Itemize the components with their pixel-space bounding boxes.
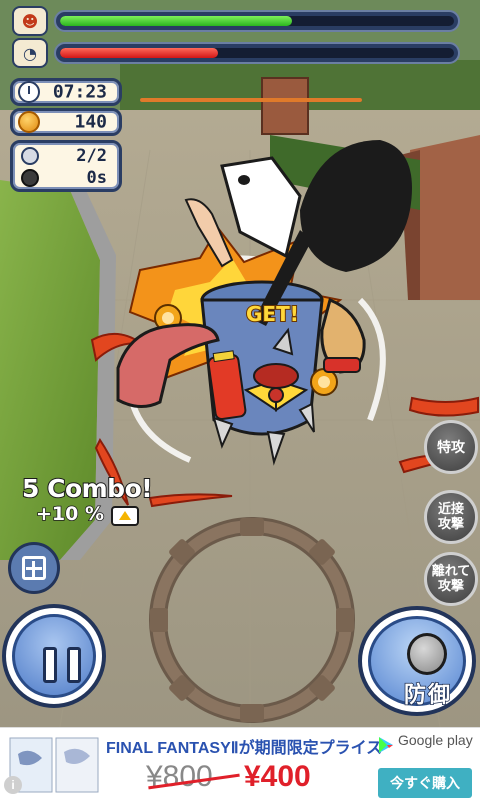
guard-character-icon: [407, 633, 447, 675]
combo-display: 5 Combo! +10 %: [21, 473, 154, 526]
combo-label: 5 Combo!: [21, 473, 154, 504]
guard-label: 防御: [403, 682, 452, 709]
enemy-hp-bar: [54, 42, 460, 64]
get-popup: GET!: [245, 301, 300, 327]
bomb-time: 0s: [86, 168, 107, 188]
ranged-attack-button[interactable]: 離れて 攻撃: [424, 552, 478, 606]
ad-old-price: ¥800: [146, 760, 213, 793]
ad-info-icon[interactable]: i: [4, 776, 22, 794]
coin-icon: [18, 111, 40, 133]
enemy-hp-row: ◔: [0, 36, 480, 70]
special-attack-label: 特攻: [437, 440, 465, 456]
pause-button[interactable]: [2, 604, 106, 708]
special-attack-button[interactable]: 特攻: [424, 420, 478, 474]
player-hp-bar: [54, 10, 460, 32]
ad-banner[interactable]: FINAL FANTASYⅡが期間限定プライス Google play ¥800…: [0, 727, 480, 800]
guard-button[interactable]: 防御: [358, 606, 476, 716]
ad-game-art: [9, 737, 99, 793]
status-panel: 2/2 0s: [10, 140, 122, 192]
ally-icon: [21, 147, 39, 165]
ad-store-label: Google play: [398, 732, 473, 748]
combo-bonus-row: +10 %: [22, 502, 152, 526]
ranged-attack-label: 離れて 攻撃: [431, 564, 471, 594]
enemy-hp-fill: [60, 48, 218, 58]
bonus-up-icon: [111, 505, 140, 526]
melee-attack-label: 近接 攻撃: [437, 502, 464, 532]
google-play-icon: [379, 737, 393, 753]
ad-new-price: ¥400: [244, 760, 311, 793]
ad-buy-button[interactable]: 今すぐ購入: [378, 768, 472, 798]
melee-attack-button[interactable]: 近接 攻撃: [424, 490, 478, 544]
coin-panel: 140: [10, 108, 122, 136]
player-hp-fill: [60, 16, 293, 26]
ally-count: 2/2: [76, 146, 107, 166]
enemy-sub-fill: [140, 98, 362, 102]
enemy-sub-bar: [140, 98, 362, 102]
combo-bonus: +10 %: [35, 502, 105, 526]
clock-icon: [18, 81, 40, 103]
ad-headline[interactable]: FINAL FANTASYⅡが期間限定プライス: [106, 734, 382, 758]
timer-panel: 07:23: [10, 78, 122, 106]
timer-value: 07:23: [52, 81, 107, 103]
player-hp-row: ☻: [0, 4, 480, 38]
bomb-icon: [21, 169, 39, 187]
target-lock-button[interactable]: [8, 542, 60, 594]
player-portrait-icon: ☻: [12, 6, 48, 36]
enemy-clock-icon: ◔: [12, 38, 48, 68]
pause-icon: [43, 647, 57, 683]
coin-value: 140: [74, 111, 107, 133]
